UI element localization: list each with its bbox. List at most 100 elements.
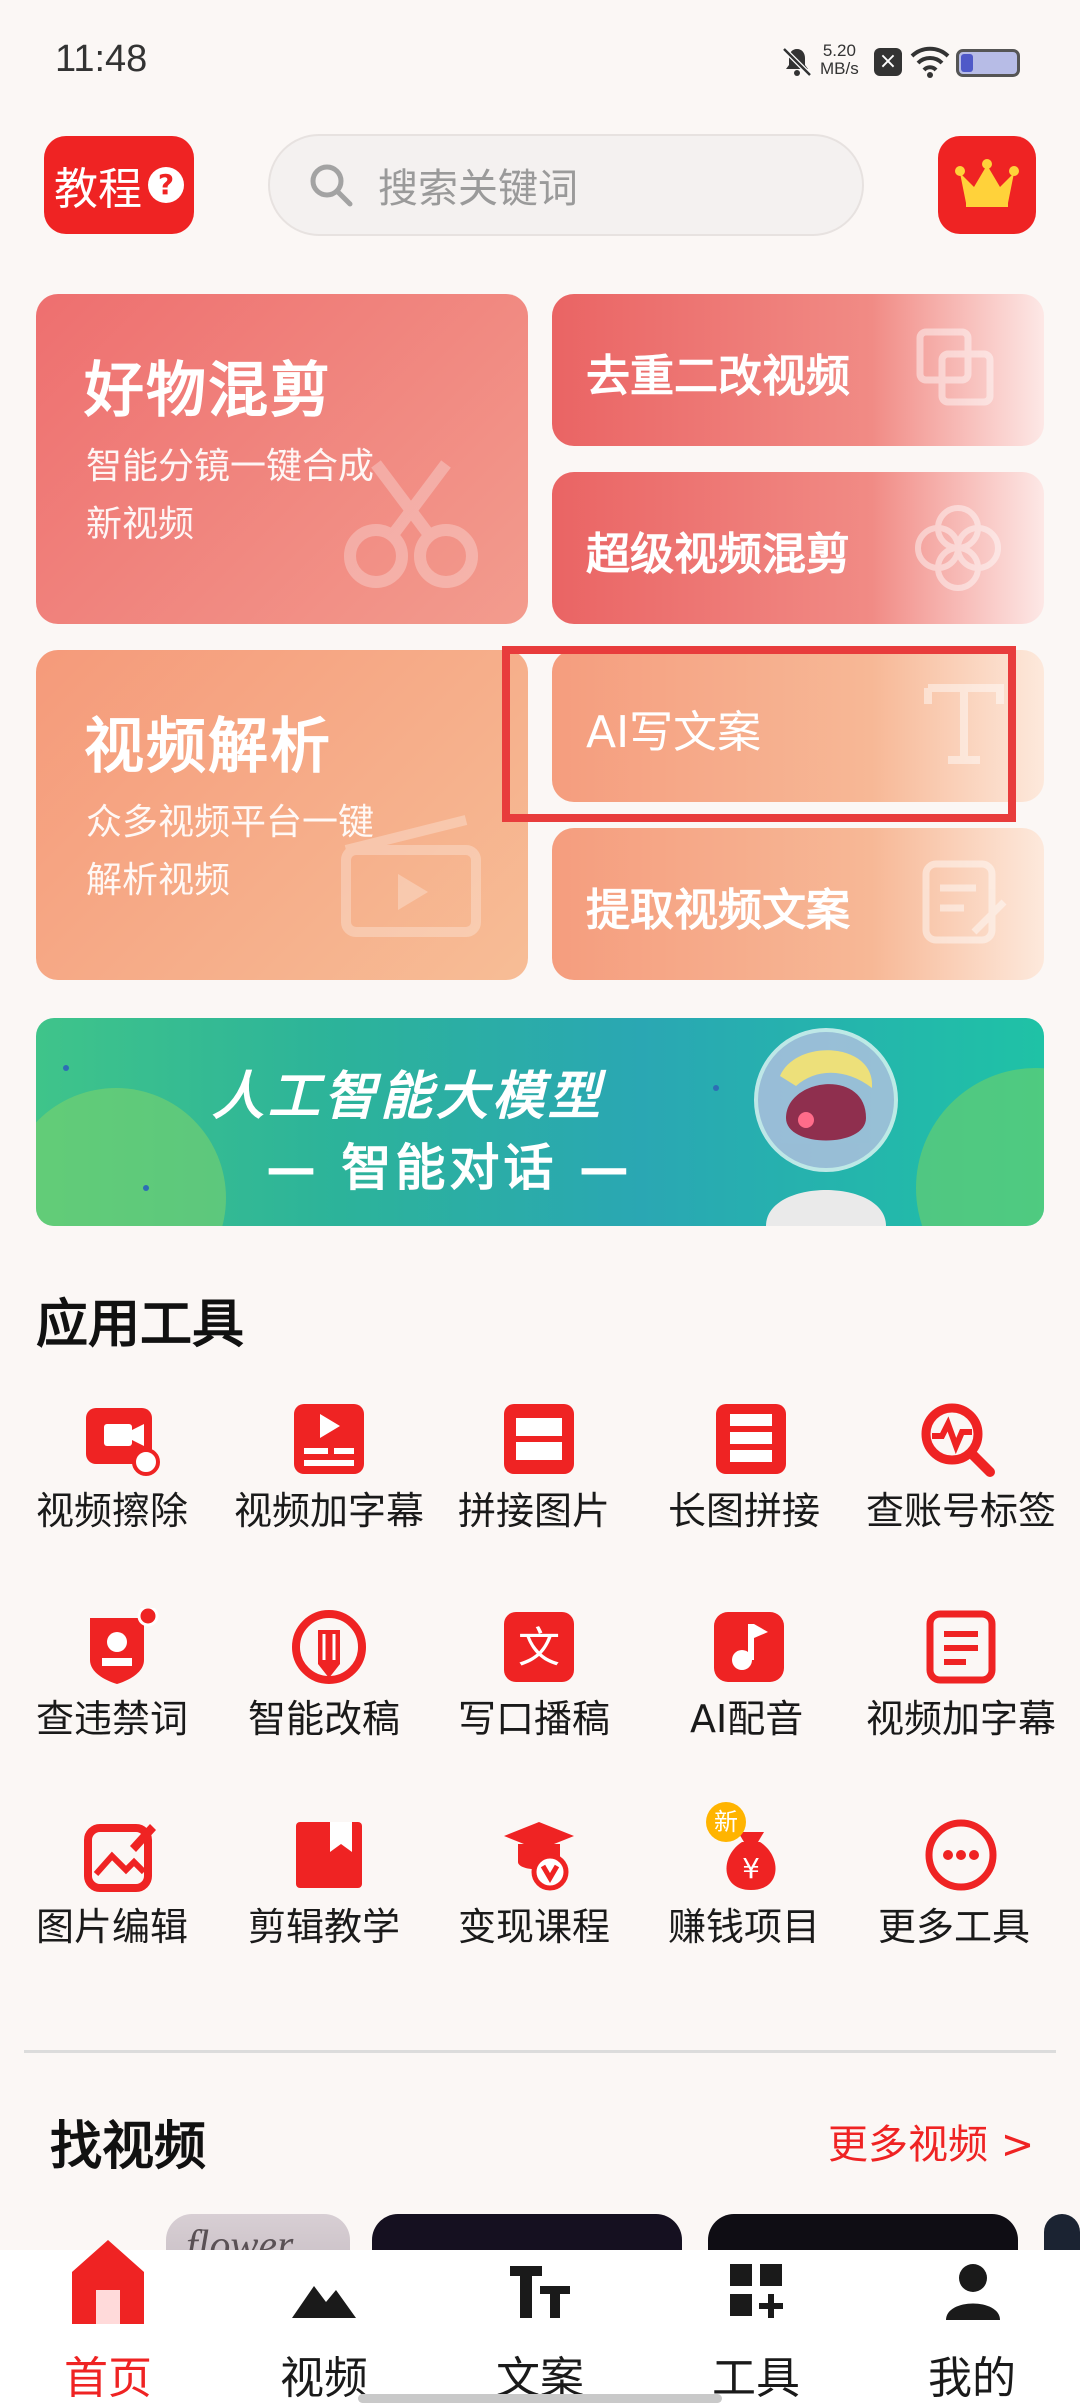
nav-copy[interactable]: 文案 — [432, 2250, 648, 2408]
tool-long-image[interactable]: 长图拼接 — [668, 1400, 868, 1540]
tool-label: 视频加字幕 — [234, 1489, 425, 1533]
tool-label: 拼接图片 — [458, 1489, 611, 1533]
search-input[interactable]: 搜索关键词 — [268, 134, 864, 236]
tool-video-erase[interactable]: 视频擦除 — [36, 1400, 236, 1540]
tool-smart-rewrite[interactable]: 智能改稿 — [248, 1608, 448, 1748]
bell-off-icon — [782, 47, 812, 77]
tool-label: AI配音 — [690, 1697, 804, 1741]
tool-money-project[interactable]: ¥ 新 赚钱项目 — [668, 1802, 868, 1956]
tool-edit-tutorial[interactable]: 剪辑教学 — [248, 1816, 448, 1956]
dedupe-title: 去重二改视频 — [586, 351, 850, 402]
help-icon: ? — [148, 167, 184, 203]
nav-video[interactable]: 视频 — [216, 2250, 432, 2408]
ai-dubbing-icon — [714, 1612, 784, 1682]
video-subtitle-icon — [294, 1404, 364, 1474]
dedupe-card[interactable]: 去重二改视频 — [552, 294, 1044, 446]
good-mix-sub2: 新视频 — [86, 504, 195, 545]
tool-forbidden-words[interactable]: 查违禁词 — [36, 1605, 236, 1748]
tutorial-button[interactable]: 教程 ? — [44, 136, 194, 234]
document-edit-icon — [922, 860, 1007, 944]
nav-tools[interactable]: 工具 — [648, 2250, 864, 2408]
video-parse-card[interactable]: 视频解析 众多视频平台一键 解析视频 — [36, 650, 528, 980]
tool-label: 视频加字幕 — [866, 1697, 1057, 1741]
divider — [24, 2050, 1056, 2053]
good-mix-title: 好物混剪 — [84, 356, 332, 426]
image-stitch-icon — [504, 1404, 574, 1474]
astronaut-icon — [754, 1028, 898, 1226]
long-image-icon — [716, 1404, 786, 1474]
scissors-icon — [344, 460, 478, 588]
home-icon — [72, 2240, 144, 2324]
status-time: 11:48 — [55, 38, 148, 80]
ai-chat-banner[interactable]: 人工智能大模型 — 智能对话 — — [36, 1018, 1044, 1226]
tool-script-write[interactable]: 文 写口播稿 — [458, 1608, 658, 1748]
tool-label: 更多工具 — [878, 1905, 1031, 1949]
nav-me[interactable]: 我的 — [864, 2250, 1080, 2408]
network-speed: 5.20 MB/s — [820, 42, 859, 78]
tool-label: 长图拼接 — [668, 1489, 821, 1533]
network-speed-unit: MB/s — [820, 59, 859, 78]
wifi-icon — [910, 46, 950, 78]
tool-more[interactable]: 更多工具 — [878, 1816, 1078, 1956]
good-mix-card[interactable]: 好物混剪 智能分镜一键合成 新视频 — [36, 294, 528, 624]
more-videos-link[interactable]: 更多视频 > — [828, 2112, 1034, 2170]
image-edit-icon — [84, 1824, 156, 1892]
tool-ai-dubbing[interactable]: AI配音 — [690, 1608, 890, 1748]
text-icon — [510, 2266, 570, 2318]
flower-icon — [915, 505, 1001, 591]
tool-image-edit[interactable]: 图片编辑 — [36, 1816, 236, 1956]
banner-line1: 人工智能大模型 — [212, 1067, 605, 1127]
bottom-nav: 首页 视频 文案 工具 我的 — [0, 2240, 1080, 2408]
grid-plus-icon — [730, 2264, 783, 2318]
smart-rewrite-icon — [292, 1610, 366, 1684]
new-badge: 新 — [706, 1802, 746, 1842]
tool-label: 剪辑教学 — [248, 1905, 401, 1949]
banner-line2: — 智能对话 — — [266, 1139, 633, 1197]
find-video-title: 找视频 — [50, 2117, 207, 2177]
network-speed-value: 5.20 — [822, 41, 856, 60]
battery-icon — [956, 49, 1020, 77]
good-mix-sub1: 智能分镜一键合成 — [86, 446, 375, 487]
video-erase-icon — [86, 1408, 160, 1476]
search-placeholder: 搜索关键词 — [378, 166, 578, 212]
status-bar: 11:48 5.20 MB/s × — [0, 0, 1080, 120]
tool-label: 查账号标签 — [866, 1489, 1057, 1533]
crown-icon — [955, 159, 1019, 207]
tool-video-subtitle[interactable]: 视频加字幕 — [234, 1400, 434, 1540]
tool-account-tag[interactable]: 查账号标签 — [866, 1400, 1066, 1540]
script-write-icon: 文 — [504, 1612, 574, 1682]
forbidden-words-icon — [90, 1605, 159, 1684]
super-mix-card[interactable]: 超级视频混剪 — [552, 472, 1044, 624]
tool-image-stitch[interactable]: 拼接图片 — [458, 1400, 658, 1540]
nav-label: 我的 — [928, 2353, 1016, 2404]
tool-label: 视频擦除 — [36, 1489, 189, 1533]
tool-label: 智能改稿 — [248, 1697, 401, 1741]
tool-monetize-course[interactable]: 变现课程 — [458, 1816, 658, 1956]
video-parse-title: 视频解析 — [84, 712, 332, 782]
svg-text:文: 文 — [518, 1623, 560, 1672]
video-parse-sub1: 众多视频平台一键 — [86, 802, 375, 843]
video-parse-sub2: 解析视频 — [86, 860, 231, 901]
duplicate-icon — [916, 328, 994, 406]
nav-home[interactable]: 首页 — [0, 2240, 216, 2408]
more-icon — [925, 1819, 997, 1891]
tool-label: 赚钱项目 — [668, 1905, 821, 1949]
nav-label: 首页 — [64, 2353, 152, 2404]
vip-button[interactable] — [938, 136, 1036, 234]
extract-copy-title: 提取视频文案 — [586, 885, 850, 936]
person-icon — [946, 2264, 1000, 2320]
tool-label: 图片编辑 — [36, 1905, 189, 1949]
extract-copy-card[interactable]: 提取视频文案 — [552, 828, 1044, 980]
monetize-course-icon — [504, 1822, 574, 1891]
tool-label: 变现课程 — [458, 1905, 611, 1949]
sim-x-icon: × — [874, 48, 902, 76]
highlight-box — [502, 646, 1016, 822]
clapperboard-icon — [341, 815, 481, 937]
tool-subtitle-doc[interactable]: 视频加字幕 — [866, 1608, 1066, 1748]
svg-text:¥: ¥ — [742, 1852, 760, 1885]
search-icon — [310, 164, 353, 207]
subtitle-doc-icon — [926, 1610, 996, 1684]
edit-tutorial-icon — [296, 1822, 362, 1888]
super-mix-title: 超级视频混剪 — [586, 529, 850, 580]
gesture-bar — [358, 2394, 722, 2403]
